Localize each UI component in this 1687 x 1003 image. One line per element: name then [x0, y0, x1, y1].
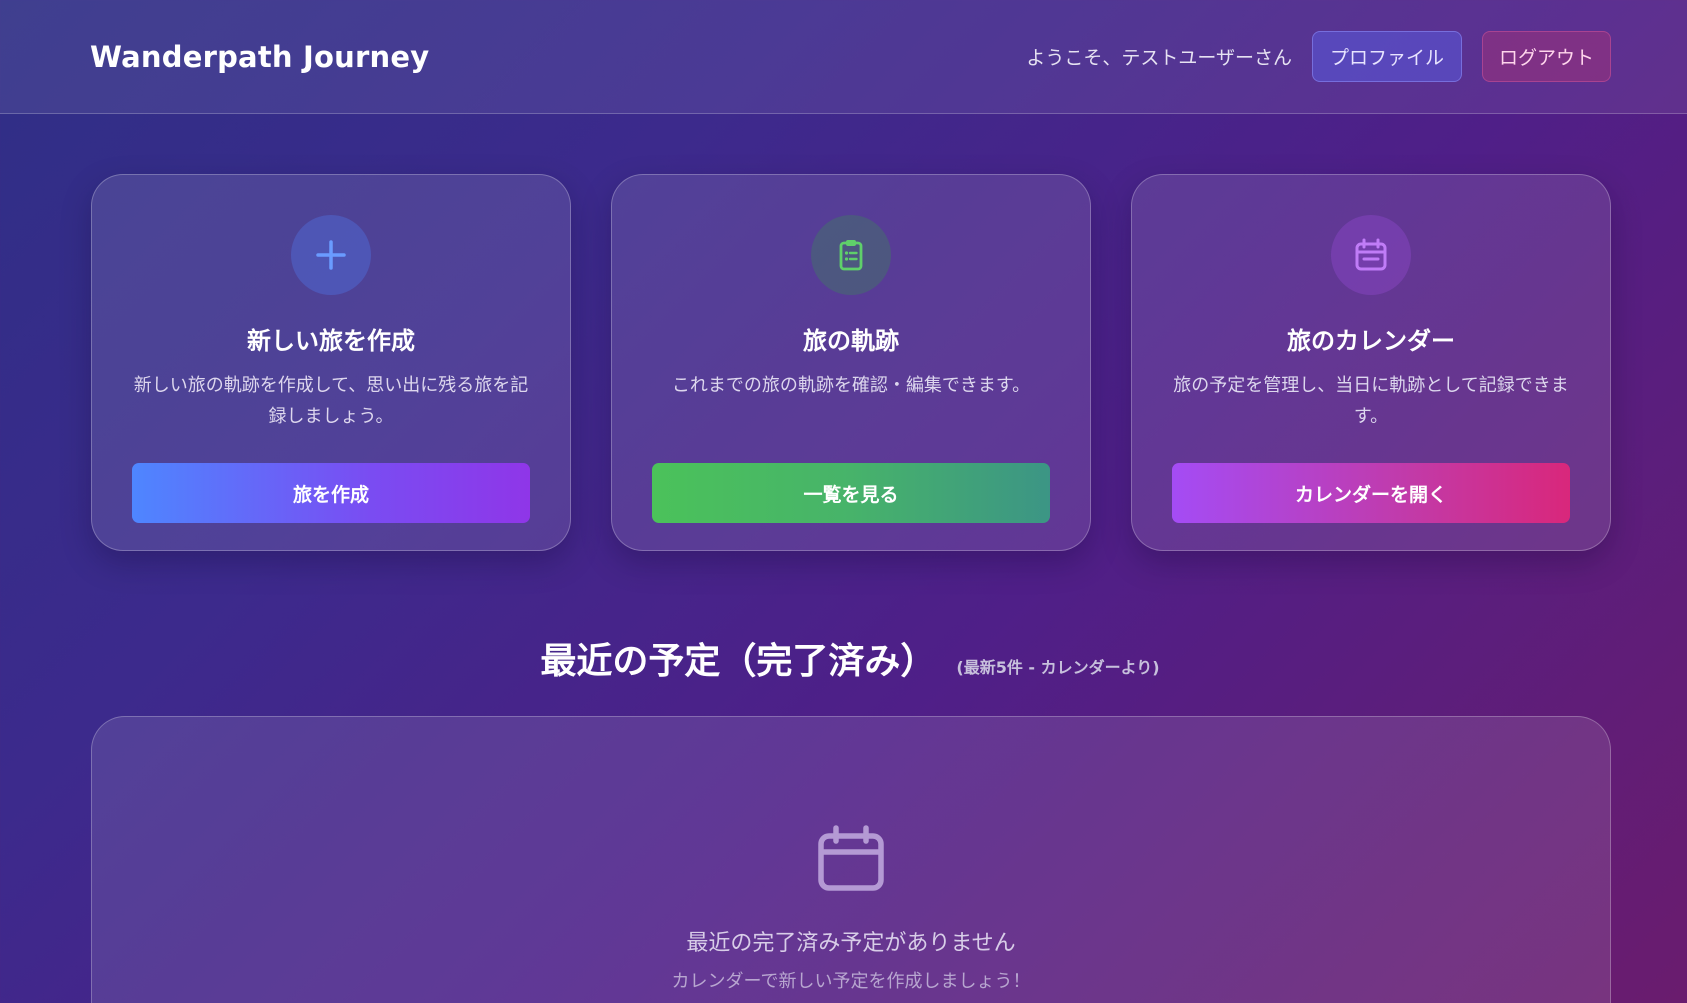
recent-section-header: 最近の予定（完了済み） (最新5件 - カレンダーより)	[0, 632, 1687, 684]
profile-button[interactable]: プロファイル	[1311, 31, 1462, 82]
clipboard-list-icon	[811, 215, 891, 295]
top-navigation-bar: Wanderpath Journey ようこそ、テストユーザーさん プロファイル…	[0, 0, 1687, 114]
card-title: 旅の軌跡	[803, 327, 899, 355]
empty-state-title: 最近の完了済み予定がありません	[686, 931, 1016, 956]
recent-section-subtitle: (最新5件 - カレンダーより)	[956, 658, 1160, 677]
action-cards: 新しい旅を作成 新しい旅の軌跡を作成して、思い出に残る旅を記録しましょう。 旅を…	[91, 174, 1611, 551]
view-list-button[interactable]: 一覧を見る	[652, 463, 1050, 523]
card-journey-calendar: 旅のカレンダー 旅の予定を管理し、当日に軌跡として記録できます。 カレンダーを開…	[1131, 174, 1611, 551]
user-area: ようこそ、テストユーザーさん プロファイル ログアウト	[1026, 31, 1611, 82]
card-description: 新しい旅の軌跡を作成して、思い出に残る旅を記録しましょう。	[133, 375, 529, 427]
card-title: 新しい旅を作成	[247, 327, 415, 355]
card-description: これまでの旅の軌跡を確認・編集できます。	[671, 375, 1031, 396]
recent-schedules-panel: 最近の完了済み予定がありません カレンダーで新しい予定を作成しましょう！	[91, 716, 1611, 1003]
card-create-journey: 新しい旅を作成 新しい旅の軌跡を作成して、思い出に残る旅を記録しましょう。 旅を…	[91, 174, 571, 551]
create-journey-button[interactable]: 旅を作成	[132, 463, 530, 523]
open-calendar-button[interactable]: カレンダーを開く	[1172, 463, 1570, 523]
empty-state-subtitle: カレンダーで新しい予定を作成しましょう！	[671, 971, 1031, 992]
card-description: 旅の予定を管理し、当日に軌跡として記録できます。	[1173, 375, 1569, 427]
logout-button[interactable]: ログアウト	[1481, 31, 1611, 82]
brand-title[interactable]: Wanderpath Journey	[90, 40, 429, 74]
calendar-icon	[815, 823, 887, 899]
card-title: 旅のカレンダー	[1287, 327, 1455, 355]
welcome-message: ようこそ、テストユーザーさん	[1026, 47, 1292, 69]
recent-section-title: 最近の予定（完了済み）	[540, 641, 937, 682]
card-journey-list: 旅の軌跡 これまでの旅の軌跡を確認・編集できます。 一覧を見る	[611, 174, 1091, 551]
plus-icon	[291, 215, 371, 295]
calendar-icon	[1331, 215, 1411, 295]
